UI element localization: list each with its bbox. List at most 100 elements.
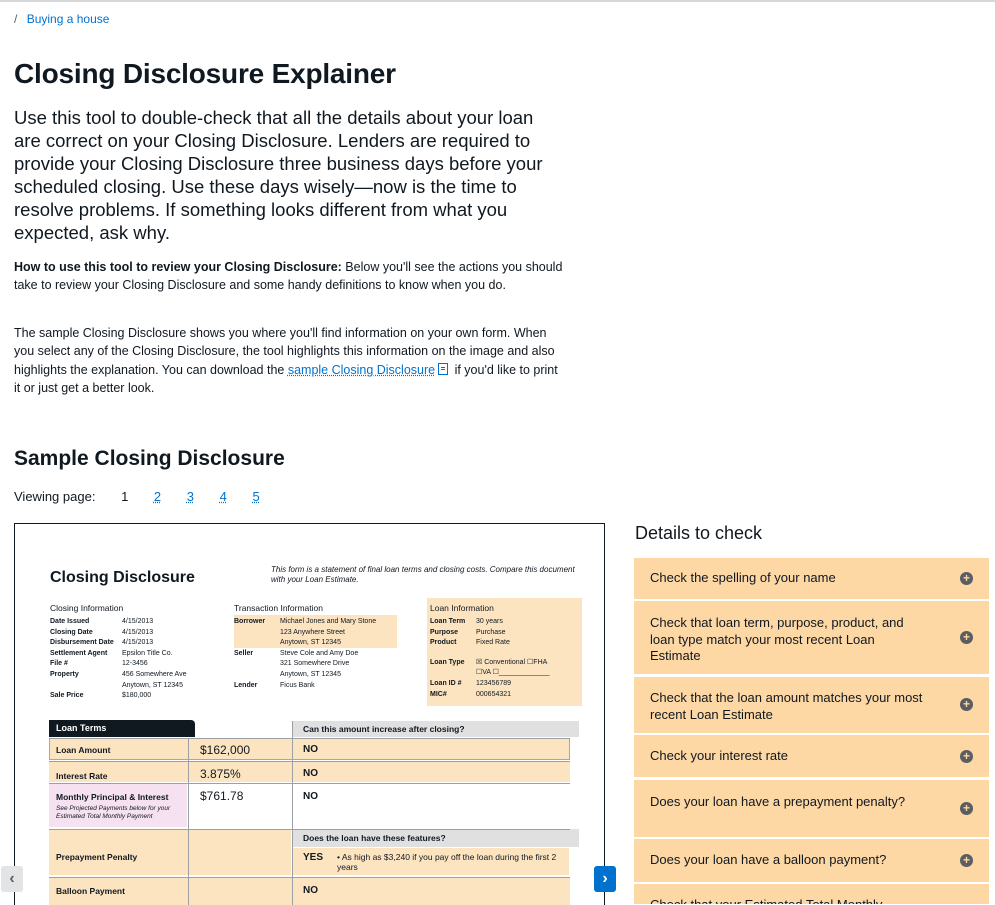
- ci-key: Disbursement Date: [50, 639, 114, 647]
- li-value: Purchase: [476, 628, 506, 636]
- breadcrumb-separator: /: [14, 12, 18, 26]
- form-title: Closing Disclosure: [50, 569, 195, 586]
- ci-value: 456 Somewhere Ave: [122, 670, 187, 678]
- li-key: Purpose: [430, 628, 459, 636]
- detail-item-label: Check the spelling of your name: [650, 570, 836, 585]
- detail-item-label: Does your loan have a prepayment penalty…: [650, 794, 906, 809]
- ci-value: 4/15/2013: [122, 628, 154, 636]
- borrower-key: Borrower: [234, 618, 266, 625]
- prepayment-detail: • As high as $3,240 if you pay off the l…: [337, 852, 557, 872]
- ci-value: 4/15/2013: [122, 618, 154, 625]
- loan-amount-value: $162,000: [200, 743, 251, 757]
- detail-item-name-spelling[interactable]: Check the spelling of your name +: [634, 558, 989, 600]
- seller-key: Seller: [234, 649, 254, 657]
- expand-plus-icon: +: [960, 631, 973, 644]
- li-value: Fixed Rate: [476, 639, 510, 647]
- closing-info-heading: Closing Information: [50, 603, 124, 613]
- page-4-link[interactable]: 4: [220, 489, 227, 504]
- detail-item-balloon[interactable]: Does your loan have a balloon payment? +: [634, 839, 989, 883]
- intro-paragraph: Use this tool to double-check that all t…: [14, 107, 543, 243]
- ci-key: Closing Date: [50, 628, 93, 636]
- expand-plus-icon: +: [960, 572, 973, 585]
- seller-value: 321 Somewhere Drive: [280, 660, 350, 668]
- loan-type-key: Loan Type: [430, 658, 465, 666]
- detail-item-label: Check that the loan amount matches your …: [650, 690, 923, 722]
- monthly-pi-sub: See Projected Payments below for your Es…: [56, 805, 171, 820]
- monthly-pi-label: Monthly Principal & Interest See Projecte…: [56, 792, 188, 821]
- table-divider: [188, 738, 189, 905]
- loan-id-value: 123456789: [476, 679, 512, 687]
- detail-item-interest-rate[interactable]: Check your interest rate +: [634, 735, 989, 778]
- ci-value: Epsilon Title Co.: [122, 649, 173, 657]
- sample-paragraph: The sample Closing Disclosure shows you …: [14, 324, 566, 397]
- loan-amount-answer: NO: [303, 744, 318, 755]
- previous-page-button[interactable]: ‹: [1, 866, 23, 892]
- borrower-value: Michael Jones and Mary Stone: [280, 618, 377, 625]
- interest-rate-row[interactable]: Interest Rate 3.875% NO: [49, 761, 570, 783]
- loan-terms-heading: Loan Terms: [49, 720, 195, 737]
- li-value: 30 years: [476, 618, 503, 625]
- ci-value: 12-3456: [122, 660, 148, 668]
- ci-key: Property: [50, 670, 79, 678]
- ci-key: Date Issued: [50, 618, 90, 625]
- expand-plus-icon: +: [960, 750, 973, 763]
- download-sample-link[interactable]: sample Closing Disclosure: [288, 363, 435, 377]
- breadcrumb-link-buying-a-house[interactable]: Buying a house: [27, 12, 110, 26]
- balloon-answer: NO: [303, 885, 318, 896]
- page-5-link[interactable]: 5: [253, 489, 260, 504]
- detail-item-monthly-payment[interactable]: Check that your Estimated Total Monthly: [634, 884, 989, 905]
- lender-value: Ficus Bank: [280, 681, 315, 689]
- loan-info-list: Loan Term 30 years Purpose Purchase Produc…: [430, 617, 550, 700]
- section-title: Sample Closing Disclosure: [14, 447, 285, 470]
- prepayment-answer: YES: [303, 852, 324, 863]
- loan-amount-row[interactable]: Loan Amount $162,000 NO: [49, 738, 570, 761]
- ci-value: 4/15/2013: [122, 639, 154, 647]
- table-divider: [292, 721, 293, 905]
- balloon-row[interactable]: Balloon Payment NO: [49, 877, 570, 905]
- breadcrumb: / Buying a house: [14, 12, 109, 26]
- howto-label: How to use this tool to review your Clos…: [14, 260, 342, 274]
- detail-item-loan-amount[interactable]: Check that the loan amount matches your …: [634, 677, 989, 734]
- prepayment-label: Prepayment Penalty: [56, 852, 138, 862]
- seller-value: Steve Cole and Amy Doe: [280, 649, 359, 657]
- lender-key: Lender: [234, 681, 258, 689]
- li-key: Loan Term: [430, 618, 466, 625]
- page-selector: Viewing page: 1 2 3 4 5: [14, 489, 282, 504]
- page-3-link[interactable]: 3: [187, 489, 194, 504]
- detail-item-prepayment[interactable]: Does your loan have a prepayment penalty…: [634, 780, 989, 838]
- howto-paragraph: How to use this tool to review your Clos…: [14, 258, 566, 295]
- expand-plus-icon: +: [960, 698, 973, 711]
- page-1: 1: [121, 489, 129, 504]
- li-key: Product: [430, 639, 457, 647]
- seller-value: Anytown, ST 12345: [280, 670, 341, 678]
- sample-form-viewer: Closing Disclosure This form is a statem…: [14, 523, 605, 905]
- next-page-button[interactable]: ›: [594, 866, 616, 892]
- interest-rate-value: 3.875%: [200, 767, 241, 781]
- monthly-pi-answer: NO: [303, 791, 318, 802]
- page-2-link[interactable]: 2: [154, 489, 161, 504]
- interest-rate-answer: NO: [303, 768, 318, 779]
- balloon-label: Balloon Payment: [56, 886, 125, 896]
- detail-item-label: Does your loan have a balloon payment?: [650, 852, 887, 867]
- increase-question: Can this amount increase after closing?: [293, 721, 579, 737]
- closing-info-list: Date Issued 4/15/2013 Closing Date 4/15/20…: [50, 617, 186, 702]
- expand-plus-icon: +: [960, 802, 973, 815]
- ci-key: [50, 681, 122, 692]
- page-title: Closing Disclosure Explainer: [14, 58, 396, 89]
- monthly-pi-value: $761.78: [200, 789, 244, 803]
- transaction-info-list: Borrower Michael Jones and Mary Stone 123…: [234, 617, 376, 691]
- loan-type-value-2: ☐VA ☐_____________: [476, 669, 550, 677]
- detail-item-label: Check that loan term, purpose, product, …: [650, 615, 904, 663]
- ci-key: Sale Price: [50, 692, 84, 700]
- transaction-info-heading: Transaction Information: [234, 603, 323, 613]
- ci-value: Anytown, ST 12345: [122, 681, 183, 689]
- loan-type-value: ☒ Conventional ☐FHA: [476, 658, 548, 666]
- interest-rate-label: Interest Rate: [56, 771, 108, 781]
- loan-amount-label: Loan Amount: [56, 745, 111, 755]
- ci-key: File #: [50, 660, 68, 668]
- detail-item-loan-term[interactable]: Check that loan term, purpose, product, …: [634, 601, 989, 675]
- details-title: Details to check: [635, 523, 763, 543]
- monthly-pi-row[interactable]: Monthly Principal & Interest See Projecte…: [49, 783, 570, 829]
- expand-plus-icon: +: [960, 854, 973, 867]
- top-border: [0, 0, 995, 2]
